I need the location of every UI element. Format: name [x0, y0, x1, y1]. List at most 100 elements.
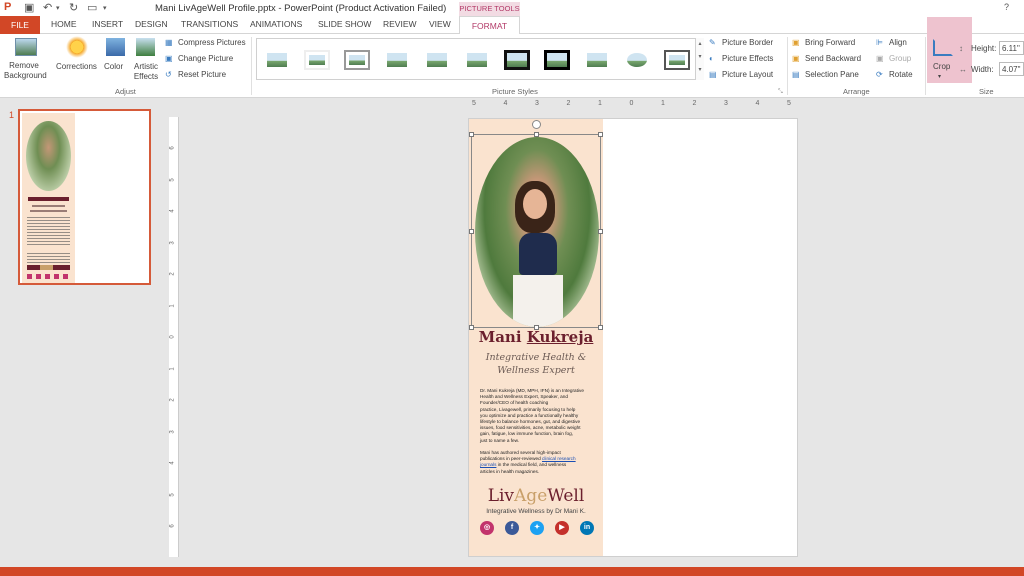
thumb-photo	[26, 121, 71, 191]
picture-effects-button[interactable]: Picture Effects	[722, 54, 773, 63]
tab-insert[interactable]: INSERT	[92, 19, 123, 29]
resize-handle[interactable]	[469, 229, 474, 234]
rotate-handle[interactable]	[532, 120, 541, 129]
title-bar: P ▣ ↶ ▾ ↻ ▭ ▾ Mani LivAgeWell Profile.pp…	[0, 0, 1024, 16]
tab-home[interactable]: HOME	[51, 19, 77, 29]
style-reflected[interactable]	[424, 50, 450, 70]
group-divider	[251, 37, 252, 95]
compress-pictures-button[interactable]: Compress Pictures	[178, 38, 246, 47]
linkedin-icon[interactable]: in	[580, 521, 594, 535]
tab-review[interactable]: REVIEW	[383, 19, 417, 29]
width-label: Width:	[971, 65, 994, 74]
undo-dropdown-icon[interactable]: ▾	[56, 4, 60, 12]
picture-effects-icon: ◐	[709, 54, 714, 63]
horizontal-ruler: 5 4 3 2 1 0 1 2 3 4 5	[468, 100, 798, 110]
redo-icon[interactable]: ↻	[69, 1, 78, 14]
style-simple-frame[interactable]	[264, 50, 290, 70]
window-title: Mani LivAgeWell Profile.pptx - PowerPoin…	[155, 3, 447, 14]
style-drop-shadow[interactable]	[384, 50, 410, 70]
tab-animations[interactable]: ANIMATIONS	[250, 19, 302, 29]
send-backward-icon: ▣	[792, 54, 800, 63]
customize-toolbar-icon[interactable]: ▾	[103, 4, 107, 12]
change-picture-button[interactable]: Change Picture	[178, 54, 233, 63]
rotate-button[interactable]: Rotate	[889, 70, 913, 79]
dialog-launcher-icon[interactable]: ⤡	[778, 89, 783, 96]
picture-tools-label: PICTURE TOOLS	[459, 2, 520, 16]
tab-format[interactable]: FORMAT	[459, 16, 520, 35]
style-black-frame[interactable]	[504, 50, 530, 70]
youtube-icon[interactable]: ▶	[555, 521, 569, 535]
ruler-tick-label: 1	[169, 366, 176, 371]
tab-transitions[interactable]: TRANSITIONS	[181, 19, 238, 29]
ruler-tick-label: 0	[169, 335, 176, 339]
tagline: Integrative Wellness by Dr Mani K.	[486, 508, 586, 515]
rotate-icon: ⟳	[876, 70, 883, 79]
crop-dropdown-icon[interactable]: ▾	[938, 73, 941, 80]
align-button[interactable]: Align	[889, 38, 907, 47]
brand-age: Age	[514, 486, 548, 506]
ruler-tick-label: 4	[169, 209, 176, 213]
brand-logo: LivAgeWell	[469, 486, 603, 506]
facebook-icon[interactable]: f	[505, 521, 519, 535]
arrange-group-label: Arrange	[843, 87, 870, 96]
tab-slide-show[interactable]: SLIDE SHOW	[318, 19, 371, 29]
clinical-research-link[interactable]: clinical research	[542, 456, 576, 461]
picture-styles-gallery[interactable]	[256, 38, 704, 80]
pub-text: in the medical field, and wellness	[496, 462, 567, 468]
corrections-button[interactable]: Corrections	[56, 62, 97, 71]
picture-styles-group-label: Picture Styles	[492, 87, 538, 96]
save-icon[interactable]: ▣	[24, 1, 34, 14]
instagram-icon[interactable]: ◎	[480, 521, 494, 535]
thumb-subtitle	[30, 210, 67, 212]
group-button[interactable]: Group	[889, 54, 911, 63]
color-button[interactable]: Color	[104, 62, 123, 71]
style-oval[interactable]	[624, 50, 650, 70]
bio-paragraph: Dr. Mani Kukreja (MD, MPH, IFN) is an In…	[480, 388, 602, 444]
style-thick-black[interactable]	[544, 50, 570, 70]
style-perspective[interactable]	[584, 50, 610, 70]
height-input[interactable]: 6.11"	[999, 41, 1024, 55]
style-soft-edge-rect[interactable]	[464, 50, 490, 70]
ruler-tick-label: 4	[755, 100, 760, 107]
ruler-tick-label: 6	[169, 524, 176, 528]
resize-handle[interactable]	[534, 132, 539, 137]
brand-liv: Liv	[487, 486, 515, 506]
gallery-scroll-icon[interactable]: ▴ ▾ ▾	[695, 38, 704, 80]
style-soft-edge[interactable]	[304, 50, 330, 70]
ruler-tick-label: 3	[535, 100, 539, 107]
twitter-icon[interactable]: ✦	[530, 521, 544, 535]
send-backward-button[interactable]: Send Backward	[805, 54, 861, 63]
picture-border-icon: ✎	[709, 38, 716, 47]
artistic-effects-button[interactable]: Artistic Effects	[131, 62, 161, 82]
picture-selection-box[interactable]	[469, 120, 603, 330]
start-slideshow-icon[interactable]: ▭	[87, 1, 97, 14]
tab-design[interactable]: DESIGN	[135, 19, 168, 29]
resize-handle[interactable]	[469, 132, 474, 137]
adjust-group-label: Adjust	[115, 87, 136, 96]
ribbon-tabs: FILE HOME INSERT DESIGN TRANSITIONS ANIM…	[0, 16, 1024, 35]
slide-thumbnail[interactable]	[18, 109, 151, 285]
brand-well: Well	[547, 486, 585, 506]
bring-forward-button[interactable]: Bring Forward	[805, 38, 855, 47]
resize-handle[interactable]	[598, 132, 603, 137]
selection-pane-button[interactable]: Selection Pane	[805, 70, 859, 79]
remove-background-button[interactable]: Remove Background	[4, 61, 47, 81]
picture-border-button[interactable]: Picture Border	[722, 38, 773, 47]
undo-icon[interactable]: ↶	[43, 1, 52, 14]
style-metal-frame[interactable]	[664, 50, 690, 70]
ruler-tick-label: 5	[472, 100, 476, 107]
width-input[interactable]: 4.07"	[999, 62, 1024, 76]
ruler-tick-label: 5	[169, 492, 176, 497]
tab-view[interactable]: VIEW	[429, 19, 451, 29]
reset-picture-button[interactable]: Reset Picture	[178, 70, 226, 79]
picture-layout-button[interactable]: Picture Layout	[722, 70, 773, 79]
ribbon: Remove Background Corrections Color Arti…	[0, 17, 1024, 98]
help-icon[interactable]: ?	[1004, 2, 1009, 12]
ruler-tick-label: 3	[169, 240, 176, 245]
ruler-tick-label: 0	[629, 100, 634, 107]
style-beveled[interactable]	[344, 50, 370, 70]
journals-link[interactable]: journals	[480, 462, 496, 467]
tab-file[interactable]: FILE	[0, 16, 40, 34]
resize-handle[interactable]	[598, 229, 603, 234]
ruler-tick-label: 5	[169, 177, 176, 182]
